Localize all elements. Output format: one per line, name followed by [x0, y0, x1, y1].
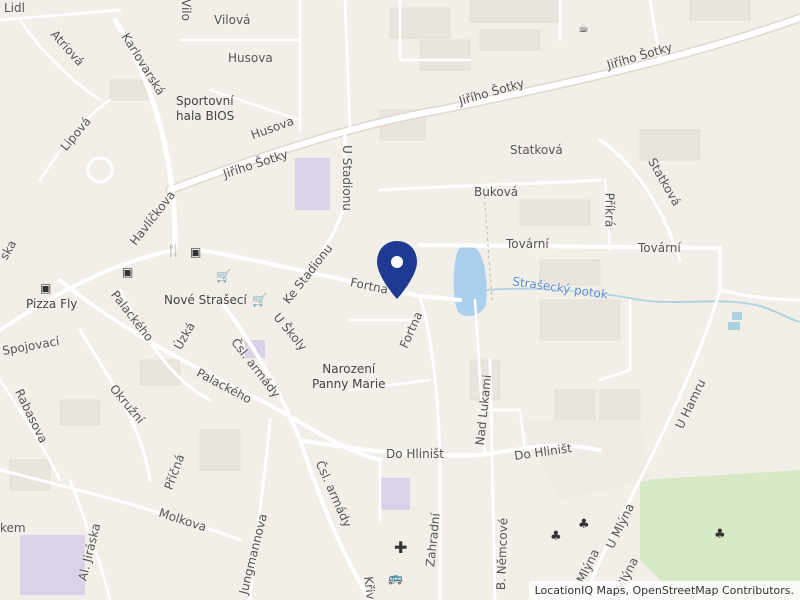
street-label-statkova-1: Statková: [510, 143, 563, 157]
street-label-krivo: Křiv: [361, 575, 378, 600]
atm-icon-1[interactable]: ▣: [190, 246, 201, 258]
map-pin-icon: [377, 241, 417, 299]
street-label-vilova-top: Vilo: [178, 0, 193, 21]
location-marker-pin[interactable]: [375, 239, 419, 301]
church-icon[interactable]: ✚: [394, 540, 407, 556]
street-label-bukova: Buková: [474, 185, 519, 199]
map-attribution[interactable]: LocationIQ Maps, OpenStreetMap Contribut…: [528, 581, 800, 600]
atm-icon-2[interactable]: ▣: [122, 266, 133, 278]
street-label-tovarni-2: Tovární: [638, 241, 681, 255]
tree-icon-2: ♣: [578, 517, 590, 532]
street-label-do-hlinist-1: Do Hliništ: [386, 447, 444, 461]
street-label-prikra: Příkrá: [602, 192, 617, 228]
shop-icon-1[interactable]: 🛒: [216, 270, 231, 282]
map-canvas[interactable]: Vilo Vilová Husova Husova Atriová Karlov…: [0, 0, 800, 600]
street-label-husova-1: Husova: [228, 51, 273, 65]
place-label-pizza-fly[interactable]: Pizza Fly: [26, 298, 77, 310]
street-label-kem: kem: [0, 521, 26, 535]
street-label-b-nemcove: B. Němcové: [493, 517, 511, 591]
shop-icon-2[interactable]: 🛒: [252, 294, 267, 306]
place-label-sportovni-hala[interactable]: Sportovní hala BIOS: [176, 94, 234, 124]
place-label-narozeni-panny-marie[interactable]: Narození Panny Marie: [312, 362, 386, 392]
tree-icon-1: ♣: [550, 529, 562, 544]
street-label-lidl: Lidl: [4, 1, 25, 15]
place-label-nove-straseci[interactable]: Nové Strašecí: [164, 294, 247, 306]
tree-icon-3: ♣: [714, 527, 726, 542]
cafe-icon[interactable]: ☕: [578, 22, 589, 34]
atm-icon-3[interactable]: ▣: [40, 282, 51, 294]
street-label-u-stadionu: U Stadionu: [339, 145, 354, 211]
restaurant-icon[interactable]: 🍴: [166, 244, 181, 256]
bus-stop-icon[interactable]: 🚌: [388, 572, 403, 584]
street-label-tovarni-1: Tovární: [506, 237, 549, 251]
street-label-vilova: Vilová: [214, 13, 251, 27]
